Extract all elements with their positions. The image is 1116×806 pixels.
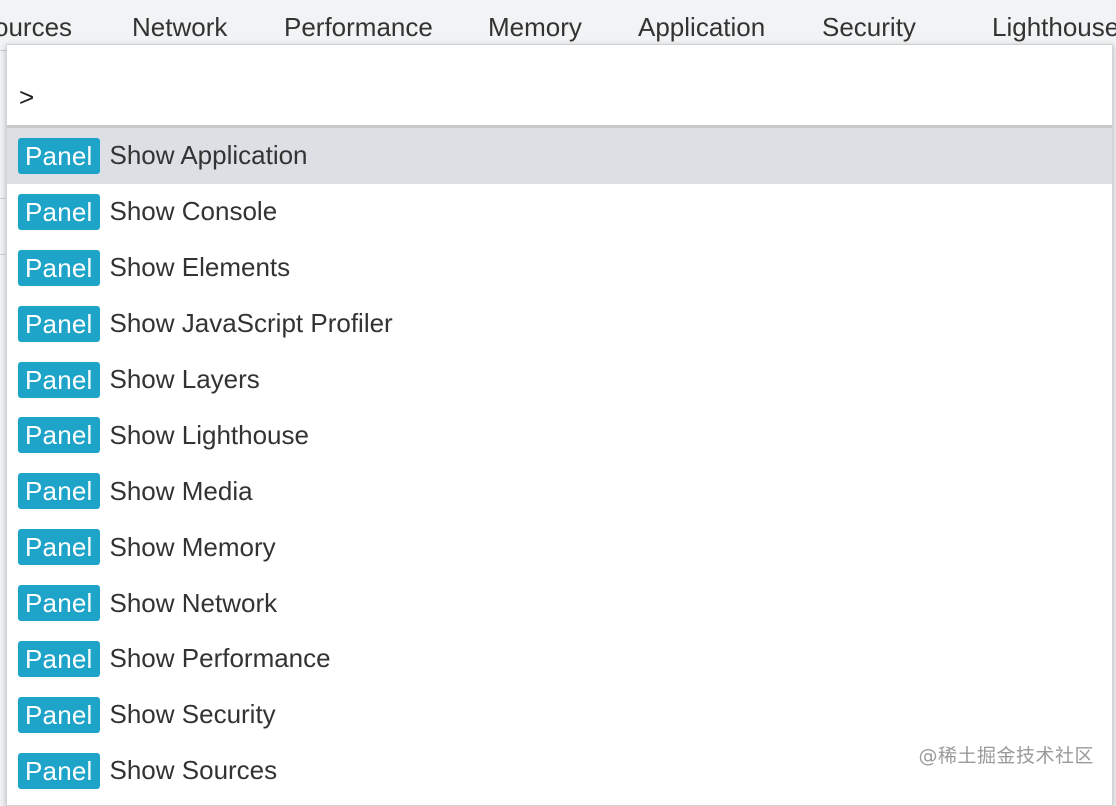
command-palette: Panel Show Application Panel Show Consol…	[6, 44, 1113, 806]
panel-badge: Panel	[18, 361, 100, 398]
panel-badge: Panel	[18, 193, 100, 230]
panel-badge: Panel	[18, 585, 100, 622]
command-item[interactable]: Panel Show Memory	[7, 519, 1112, 575]
panel-badge: Panel	[18, 137, 100, 174]
command-item-label: Show Memory	[109, 531, 276, 562]
command-item-label: Show Security	[109, 699, 276, 730]
command-item-label: Show Layers	[109, 364, 260, 394]
command-item[interactable]: Panel Show Security	[7, 687, 1112, 743]
command-item[interactable]: Panel Show Performance	[7, 631, 1112, 687]
panel-badge: Panel	[18, 249, 100, 286]
tab-application[interactable]: Application	[638, 0, 765, 50]
tab-performance[interactable]: Performance	[284, 0, 433, 50]
command-item-label: Show Lighthouse	[109, 419, 309, 450]
tab-lighthouse[interactable]: Lighthouse	[992, 0, 1116, 50]
command-item-label: Show Media	[109, 475, 253, 506]
command-item[interactable]: Panel Show Lighthouse	[7, 407, 1112, 463]
tab-memory[interactable]: Memory	[488, 0, 582, 50]
tab-sources[interactable]: ources	[0, 0, 72, 50]
panel-badge: Panel	[18, 473, 100, 510]
command-item[interactable]: Panel Show Media	[7, 463, 1112, 519]
command-item-label: Show Elements	[109, 252, 291, 283]
command-input[interactable]	[19, 79, 1099, 115]
command-item[interactable]: Panel Show Network	[7, 575, 1112, 631]
panel-badge: Panel	[18, 417, 100, 454]
command-list: Panel Show Application Panel Show Consol…	[7, 128, 1112, 799]
command-item[interactable]: Panel Show Application	[7, 128, 1112, 184]
command-item-label: Show Performance	[109, 643, 331, 674]
panel-badge: Panel	[18, 752, 100, 789]
command-item[interactable]: Panel Show JavaScript Profiler	[7, 296, 1112, 352]
command-item[interactable]: Panel Show Elements	[7, 240, 1112, 296]
watermark: @稀土掘金技术社区	[918, 745, 1094, 767]
tab-security[interactable]: Security	[822, 0, 916, 50]
tab-network[interactable]: Network	[132, 0, 227, 50]
panel-badge: Panel	[18, 305, 100, 342]
command-item-label: Show Console	[109, 196, 278, 227]
command-item-label: Show JavaScript Profiler	[109, 308, 393, 339]
panel-badge: Panel	[18, 696, 100, 733]
panel-badge: Panel	[18, 640, 100, 677]
command-item-label: Show Sources	[109, 755, 278, 786]
command-item-label: Show Network	[109, 587, 278, 618]
command-prompt-row	[7, 45, 1112, 128]
command-item[interactable]: Panel Show Layers	[7, 352, 1112, 408]
command-item-label: Show Application	[109, 140, 308, 171]
command-item[interactable]: Panel Show Console	[7, 184, 1112, 240]
panel-badge: Panel	[18, 529, 100, 566]
